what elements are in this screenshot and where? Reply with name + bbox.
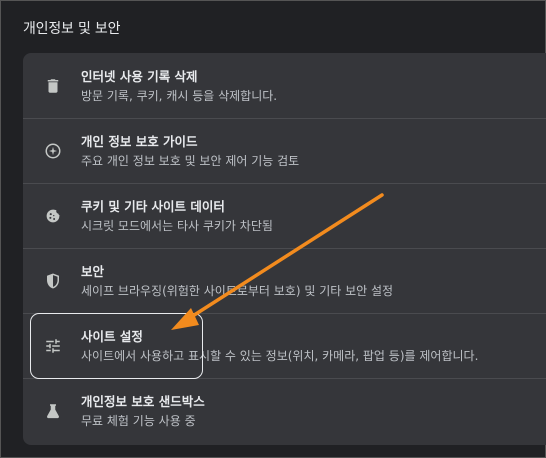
row-cookies[interactable]: 쿠키 및 기타 사이트 데이터 시크릿 모드에서는 타사 쿠키가 차단됨 [23,183,546,248]
row-title: 쿠키 및 기타 사이트 데이터 [81,199,225,214]
row-privacy-sandbox[interactable]: 개인정보 보호 샌드박스 무료 체험 기능 사용 중 [23,378,546,443]
row-description: 방문 기록, 쿠키, 캐시 등을 삭제합니다. [81,89,278,103]
row-description: 사이트에서 사용하고 표시할 수 있는 정보(위치, 카메라, 팝업 등)를 제… [81,349,479,363]
cookie-icon [43,206,63,226]
row-clear-browsing-data[interactable]: 인터넷 사용 기록 삭제 방문 기록, 쿠키, 캐시 등을 삭제합니다. [23,53,546,118]
shield-icon [43,271,63,291]
flask-icon [43,401,63,421]
row-title: 인터넷 사용 기록 삭제 [81,69,198,84]
section-title: 개인정보 및 보안 [23,21,121,37]
row-description: 세이프 브라우징(위험한 사이트로부터 보호) 및 기타 보안 설정 [81,284,394,298]
row-title: 사이트 설정 [81,329,143,344]
row-description: 시크릿 모드에서는 타사 쿠키가 차단됨 [81,219,273,233]
row-security[interactable]: 보안 세이프 브라우징(위험한 사이트로부터 보호) 및 기타 보안 설정 [23,248,546,313]
row-privacy-guide[interactable]: 개인 정보 보호 가이드 주요 개인 정보 보호 및 보안 제어 기능 검토 [23,118,546,183]
privacy-guide-icon [43,141,63,161]
row-description: 주요 개인 정보 보호 및 보안 제어 기능 검토 [81,154,300,168]
row-site-settings[interactable]: 사이트 설정 사이트에서 사용하고 표시할 수 있는 정보(위치, 카메라, 팝… [23,313,546,378]
settings-page: 개인정보 및 보안 인터넷 사용 기록 삭제 방문 기록, 쿠키, 캐시 등을 … [0,0,546,458]
row-description: 무료 체험 기능 사용 중 [81,414,196,428]
row-title: 개인 정보 보호 가이드 [81,134,198,149]
tune-icon [43,336,63,356]
privacy-settings-card: 인터넷 사용 기록 삭제 방문 기록, 쿠키, 캐시 등을 삭제합니다. 개인 … [23,53,546,445]
trash-icon [43,76,63,96]
row-title: 보안 [81,264,105,279]
row-title: 개인정보 보호 샌드박스 [81,394,205,409]
